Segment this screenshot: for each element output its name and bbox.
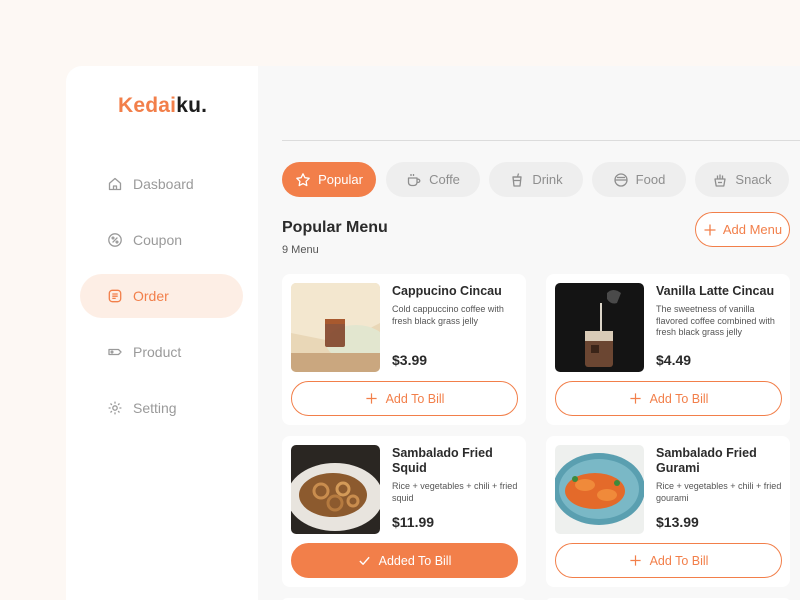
snack-basket-icon bbox=[714, 174, 727, 187]
button-label: Add To Bill bbox=[649, 553, 709, 568]
sidebar-item-setting[interactable]: Setting bbox=[80, 386, 243, 430]
menu-card: Vanilla Latte Cincau The sweetness of va… bbox=[546, 274, 790, 425]
tab-snack[interactable]: Snack bbox=[695, 162, 789, 197]
sidebar-item-label: Dasboard bbox=[133, 176, 194, 192]
menu-item-name: Sambalado Fried Squid bbox=[392, 446, 493, 475]
menu-item-price: $13.99 bbox=[656, 514, 699, 530]
tab-drink[interactable]: Drink bbox=[489, 162, 583, 197]
menu-card: Sambalado Fried Gurami Rice + vegetables… bbox=[546, 436, 790, 587]
sidebar-item-coupon[interactable]: Coupon bbox=[80, 218, 243, 262]
check-icon bbox=[358, 556, 370, 565]
menu-item-name: Vanilla Latte Cincau bbox=[656, 284, 775, 298]
section-title: Popular Menu bbox=[282, 219, 388, 236]
tag-icon bbox=[108, 348, 122, 356]
menu-item-desc: Cold cappuccino coffee with fresh black … bbox=[392, 304, 504, 326]
plus-icon bbox=[704, 224, 716, 235]
drink-cup-icon bbox=[512, 172, 522, 187]
menu-item-name: Cappucino Cincau bbox=[392, 284, 502, 298]
tab-label: Food bbox=[635, 172, 666, 187]
sidebar-item-dashboard[interactable]: Dasboard bbox=[80, 162, 243, 206]
add-to-bill-button[interactable]: Add To Bill bbox=[555, 543, 782, 578]
star-icon bbox=[296, 172, 310, 186]
sidebar-item-label: Order bbox=[133, 288, 169, 304]
menu-card: Cappucino Cincau Cold cappuccino coffee … bbox=[282, 274, 526, 425]
menu-item-desc: Rice + vegetables + chili + fried gouram… bbox=[656, 481, 782, 503]
plus-icon bbox=[365, 393, 377, 404]
bowl-icon bbox=[614, 172, 628, 187]
add-to-bill-button[interactable]: Add To Bill bbox=[555, 381, 782, 416]
menu-item-desc: The sweetness of vanilla flavored coffee… bbox=[656, 304, 775, 338]
home-icon bbox=[108, 177, 122, 191]
add-to-bill-button[interactable]: Add To Bill bbox=[291, 381, 518, 416]
menu-item-price: $11.99 bbox=[392, 514, 435, 530]
menu-item-image bbox=[555, 445, 644, 534]
menu-item-image bbox=[291, 445, 380, 534]
tab-popular[interactable]: Popular bbox=[282, 162, 376, 197]
button-label: Add To Bill bbox=[385, 391, 445, 406]
tab-food[interactable]: Food bbox=[592, 162, 686, 197]
percent-icon bbox=[108, 233, 122, 247]
sidebar-item-label: Product bbox=[133, 344, 182, 360]
menu-item-price: $4.49 bbox=[656, 352, 692, 368]
gear-icon bbox=[108, 401, 122, 415]
button-label: Add To Bill bbox=[649, 391, 709, 406]
coffee-cup-icon bbox=[407, 173, 421, 186]
sidebar: Kedaiku. Dasboard Coupon Order Product S… bbox=[66, 66, 258, 600]
main-content: Popular Coffe Drink Food Snack Popular M… bbox=[258, 66, 800, 600]
brand-logo-part1: Kedai bbox=[118, 94, 177, 117]
menu-item-image bbox=[555, 283, 644, 372]
plus-icon bbox=[629, 555, 641, 566]
menu-item-name: Sambalado Fried Gurami bbox=[656, 446, 757, 475]
tab-label: Coffe bbox=[429, 172, 460, 187]
added-to-bill-button[interactable]: Added To Bill bbox=[291, 543, 518, 578]
tab-label: Drink bbox=[532, 172, 563, 187]
menu-item-desc: Rice + vegetables + chili + fried squid bbox=[392, 481, 518, 503]
order-list-icon bbox=[108, 289, 122, 303]
app-window: Kedaiku. Dasboard Coupon Order Product S… bbox=[66, 66, 800, 600]
add-menu-button[interactable]: Add Menu bbox=[695, 212, 790, 247]
menu-item-image bbox=[291, 283, 380, 372]
header-divider bbox=[282, 140, 800, 141]
tab-label: Snack bbox=[735, 172, 772, 187]
menu-count: 9 Menu bbox=[282, 244, 319, 256]
brand-logo: Kedaiku. bbox=[118, 94, 207, 118]
sidebar-item-order[interactable]: Order bbox=[80, 274, 243, 318]
menu-item-price: $3.99 bbox=[392, 352, 428, 368]
tab-coffe[interactable]: Coffe bbox=[386, 162, 480, 197]
tab-label: Popular bbox=[318, 172, 363, 187]
menu-card: Sambalado Fried Squid Rice + vegetables … bbox=[282, 436, 526, 587]
sidebar-item-label: Setting bbox=[133, 400, 177, 416]
sidebar-item-label: Coupon bbox=[133, 232, 183, 248]
add-menu-label: Add Menu bbox=[722, 222, 783, 237]
plus-icon bbox=[629, 393, 641, 404]
sidebar-item-product[interactable]: Product bbox=[80, 330, 243, 374]
brand-logo-part2: ku. bbox=[176, 94, 208, 117]
button-label: Added To Bill bbox=[378, 553, 452, 568]
